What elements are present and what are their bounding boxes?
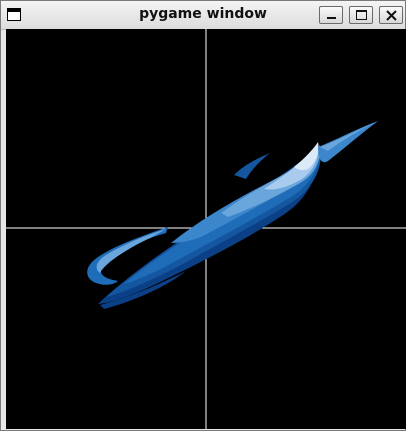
render-surface	[6, 29, 406, 429]
window-title: pygame window	[139, 6, 267, 22]
close-button[interactable]	[379, 6, 403, 24]
pygame-window: pygame window	[0, 0, 406, 431]
game-canvas[interactable]	[6, 29, 406, 429]
minimize-button[interactable]	[319, 6, 343, 24]
title-bar[interactable]: pygame window	[1, 1, 405, 30]
maximize-icon	[356, 10, 367, 20]
maximize-button[interactable]	[349, 6, 373, 24]
rendered-shape	[87, 121, 378, 309]
minimize-icon	[327, 17, 336, 19]
close-icon	[386, 10, 397, 21]
